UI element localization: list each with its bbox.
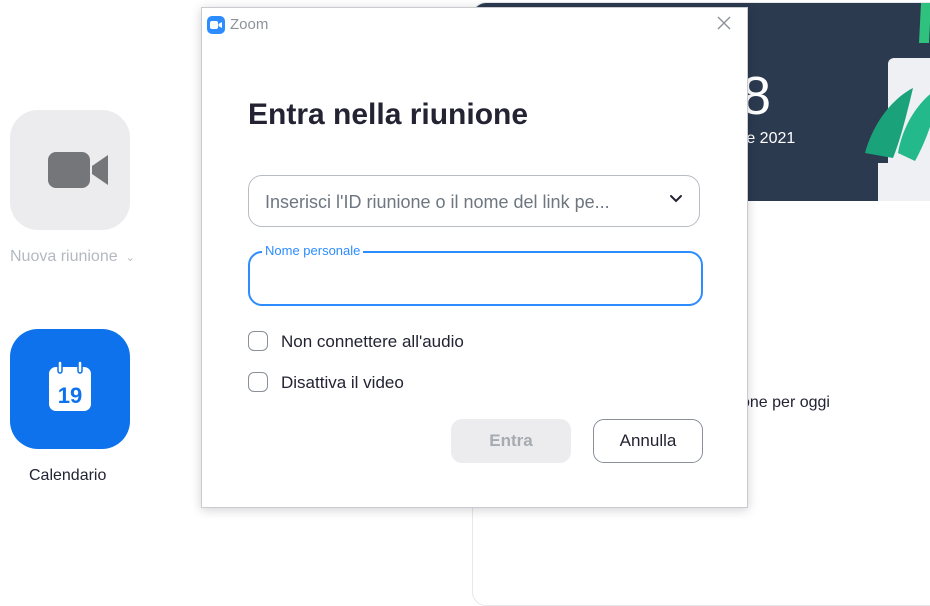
video-off-label[interactable]: Disattiva il video <box>281 373 404 393</box>
no-audio-checkbox[interactable] <box>248 331 268 351</box>
calendar-icon: 19 <box>49 360 91 411</box>
new-meeting-text: Nuova riunione <box>10 248 118 265</box>
close-icon[interactable] <box>715 14 733 32</box>
banner-date: re 2021 <box>741 130 796 147</box>
calendar-tile[interactable]: 19 <box>10 329 130 449</box>
cancel-button[interactable]: Annulla <box>593 419 703 463</box>
video-off-checkbox[interactable] <box>248 372 268 392</box>
no-audio-label[interactable]: Non connettere all'audio <box>281 332 464 352</box>
plant-illustration <box>865 3 930 201</box>
personal-name-field[interactable]: Nome personale <box>248 243 703 306</box>
chevron-down-icon[interactable] <box>669 194 683 204</box>
join-meeting-dialog: Zoom Entra nella riunione Nome personale… <box>201 7 748 508</box>
calendar-day: 19 <box>58 383 82 408</box>
chevron-down-icon[interactable]: ⌄ <box>126 252 135 264</box>
window-title: Zoom <box>230 16 269 33</box>
video-camera-icon <box>48 152 108 188</box>
calendar-label: Calendario <box>29 467 107 484</box>
dialog-heading: Entra nella riunione <box>248 98 529 131</box>
personal-name-label: Nome personale <box>262 243 364 258</box>
meeting-id-field[interactable] <box>248 175 700 228</box>
upcoming-text: one per oggi <box>741 394 830 411</box>
new-meeting-label[interactable]: Nuova riunione ⌄ <box>10 248 135 266</box>
title-bar: Zoom <box>202 8 747 40</box>
join-button[interactable]: Entra <box>451 419 571 463</box>
zoom-logo-icon <box>207 16 225 34</box>
new-meeting-tile[interactable] <box>10 110 130 230</box>
meeting-id-input[interactable] <box>263 176 657 228</box>
close-button[interactable] <box>715 14 733 32</box>
personal-name-input[interactable] <box>262 259 686 299</box>
